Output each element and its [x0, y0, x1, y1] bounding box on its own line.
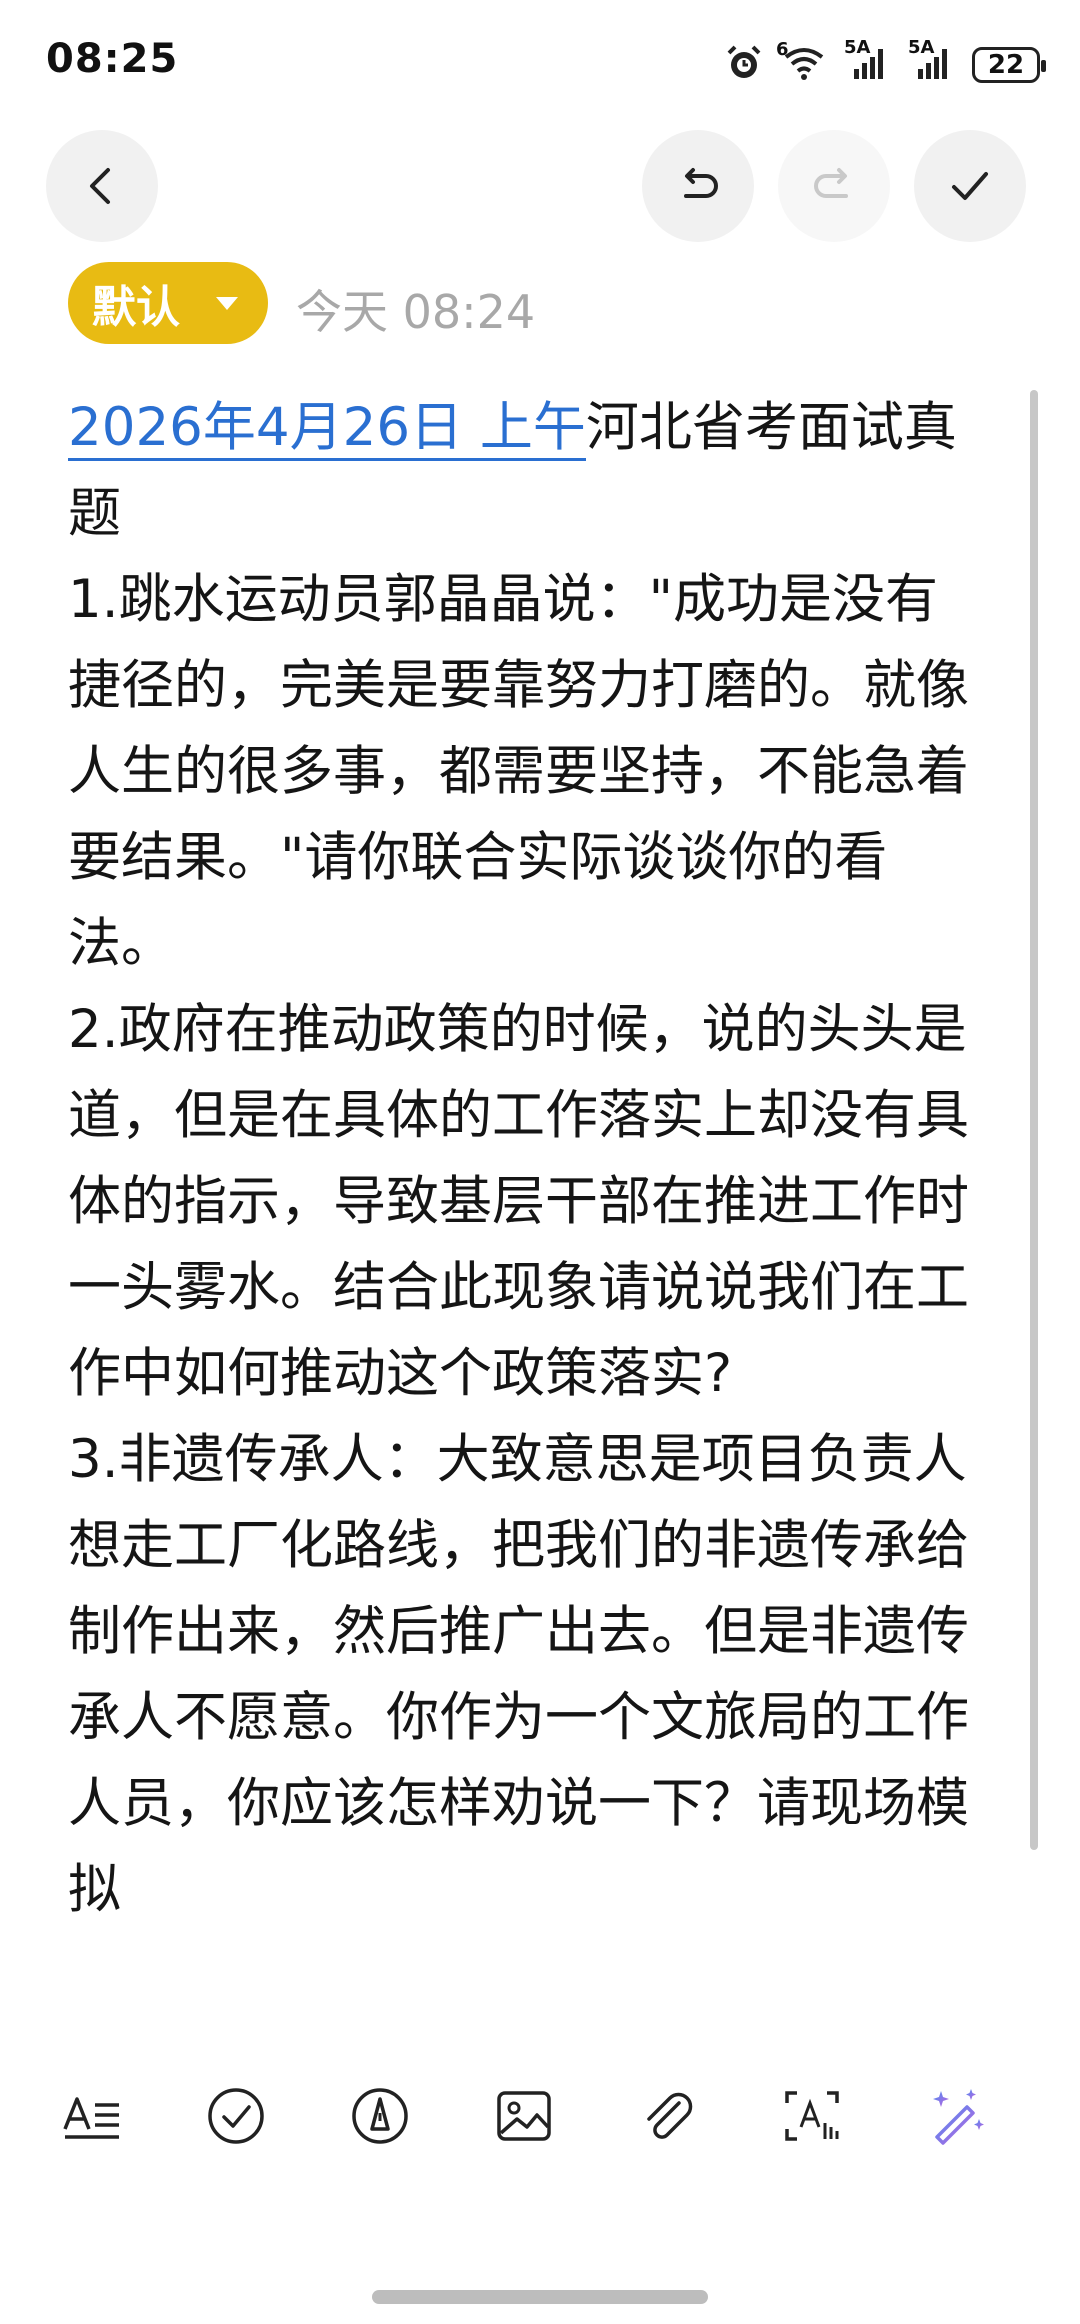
category-dropdown[interactable]: 默认: [68, 262, 268, 344]
battery-icon: 22: [972, 47, 1046, 83]
ai-magic-button[interactable]: [916, 2076, 996, 2156]
redo-icon: [814, 168, 848, 198]
pen-button[interactable]: [340, 2076, 420, 2156]
redo-button[interactable]: [778, 130, 890, 242]
battery-level: 22: [987, 50, 1025, 80]
status-icons: 6 5A 5A 22: [724, 37, 1046, 90]
check-icon: [952, 172, 988, 200]
back-button[interactable]: [46, 130, 158, 242]
attachment-button[interactable]: [628, 2076, 708, 2156]
scrollbar[interactable]: [1030, 390, 1038, 1850]
date-link[interactable]: 2026年4月26日 上午: [68, 397, 586, 461]
attachment-icon: [647, 2092, 693, 2139]
note-title: 2026年4月26日 上午河北省考面试真题: [68, 385, 988, 557]
status-bar: 08:25 6 5A 5A 22: [0, 0, 1080, 120]
note-paragraph-3: 3.非遗传承人：大致意思是项目负责人想走工厂化路线，把我们的非遗传承给制作出来，…: [68, 1429, 969, 1920]
home-indicator[interactable]: [372, 2290, 708, 2304]
image-icon: [497, 2091, 551, 2141]
pen-icon: [352, 2088, 408, 2144]
back-icon: [90, 168, 110, 204]
signal-icon-2: 5A: [908, 37, 954, 85]
note-timestamp: 今天 08:24: [296, 285, 536, 339]
signal-icon: 5A: [844, 37, 890, 85]
signal-badge-1: 5A: [844, 37, 871, 58]
undo-icon: [684, 168, 718, 198]
status-time: 08:25: [46, 36, 179, 82]
signal-badge-2: 5A: [908, 37, 935, 58]
chevron-down-icon: [216, 297, 238, 310]
note-editor[interactable]: 2026年4月26日 上午河北省考面试真题 1.跳水运动员郭晶晶说："成功是没有…: [68, 385, 988, 1933]
text-format-icon: [63, 2097, 119, 2139]
image-button[interactable]: [484, 2076, 564, 2156]
checklist-button[interactable]: [196, 2076, 276, 2156]
category-label: 默认: [92, 282, 180, 333]
scan-text-button[interactable]: [772, 2076, 852, 2156]
wifi-icon: 6: [776, 39, 826, 85]
undo-button[interactable]: [642, 130, 754, 242]
note-paragraph-2: 2.政府在推动政策的时候，说的头头是道，但是在具体的工作落实上却没有具体的指示，…: [68, 999, 969, 1404]
alarm-icon: [724, 43, 764, 87]
wifi-badge: 6: [776, 39, 789, 60]
bottom-toolbar: [0, 2070, 1080, 2190]
save-button[interactable]: [914, 130, 1026, 242]
scan-text-icon: [785, 2091, 839, 2141]
text-format-button[interactable]: [52, 2076, 132, 2156]
note-paragraph-1: 1.跳水运动员郭晶晶说："成功是没有捷径的，完美是要靠努力打磨的。就像人生的很多…: [68, 569, 969, 974]
ai-magic-icon: [933, 2089, 984, 2145]
checklist-icon: [208, 2088, 264, 2144]
